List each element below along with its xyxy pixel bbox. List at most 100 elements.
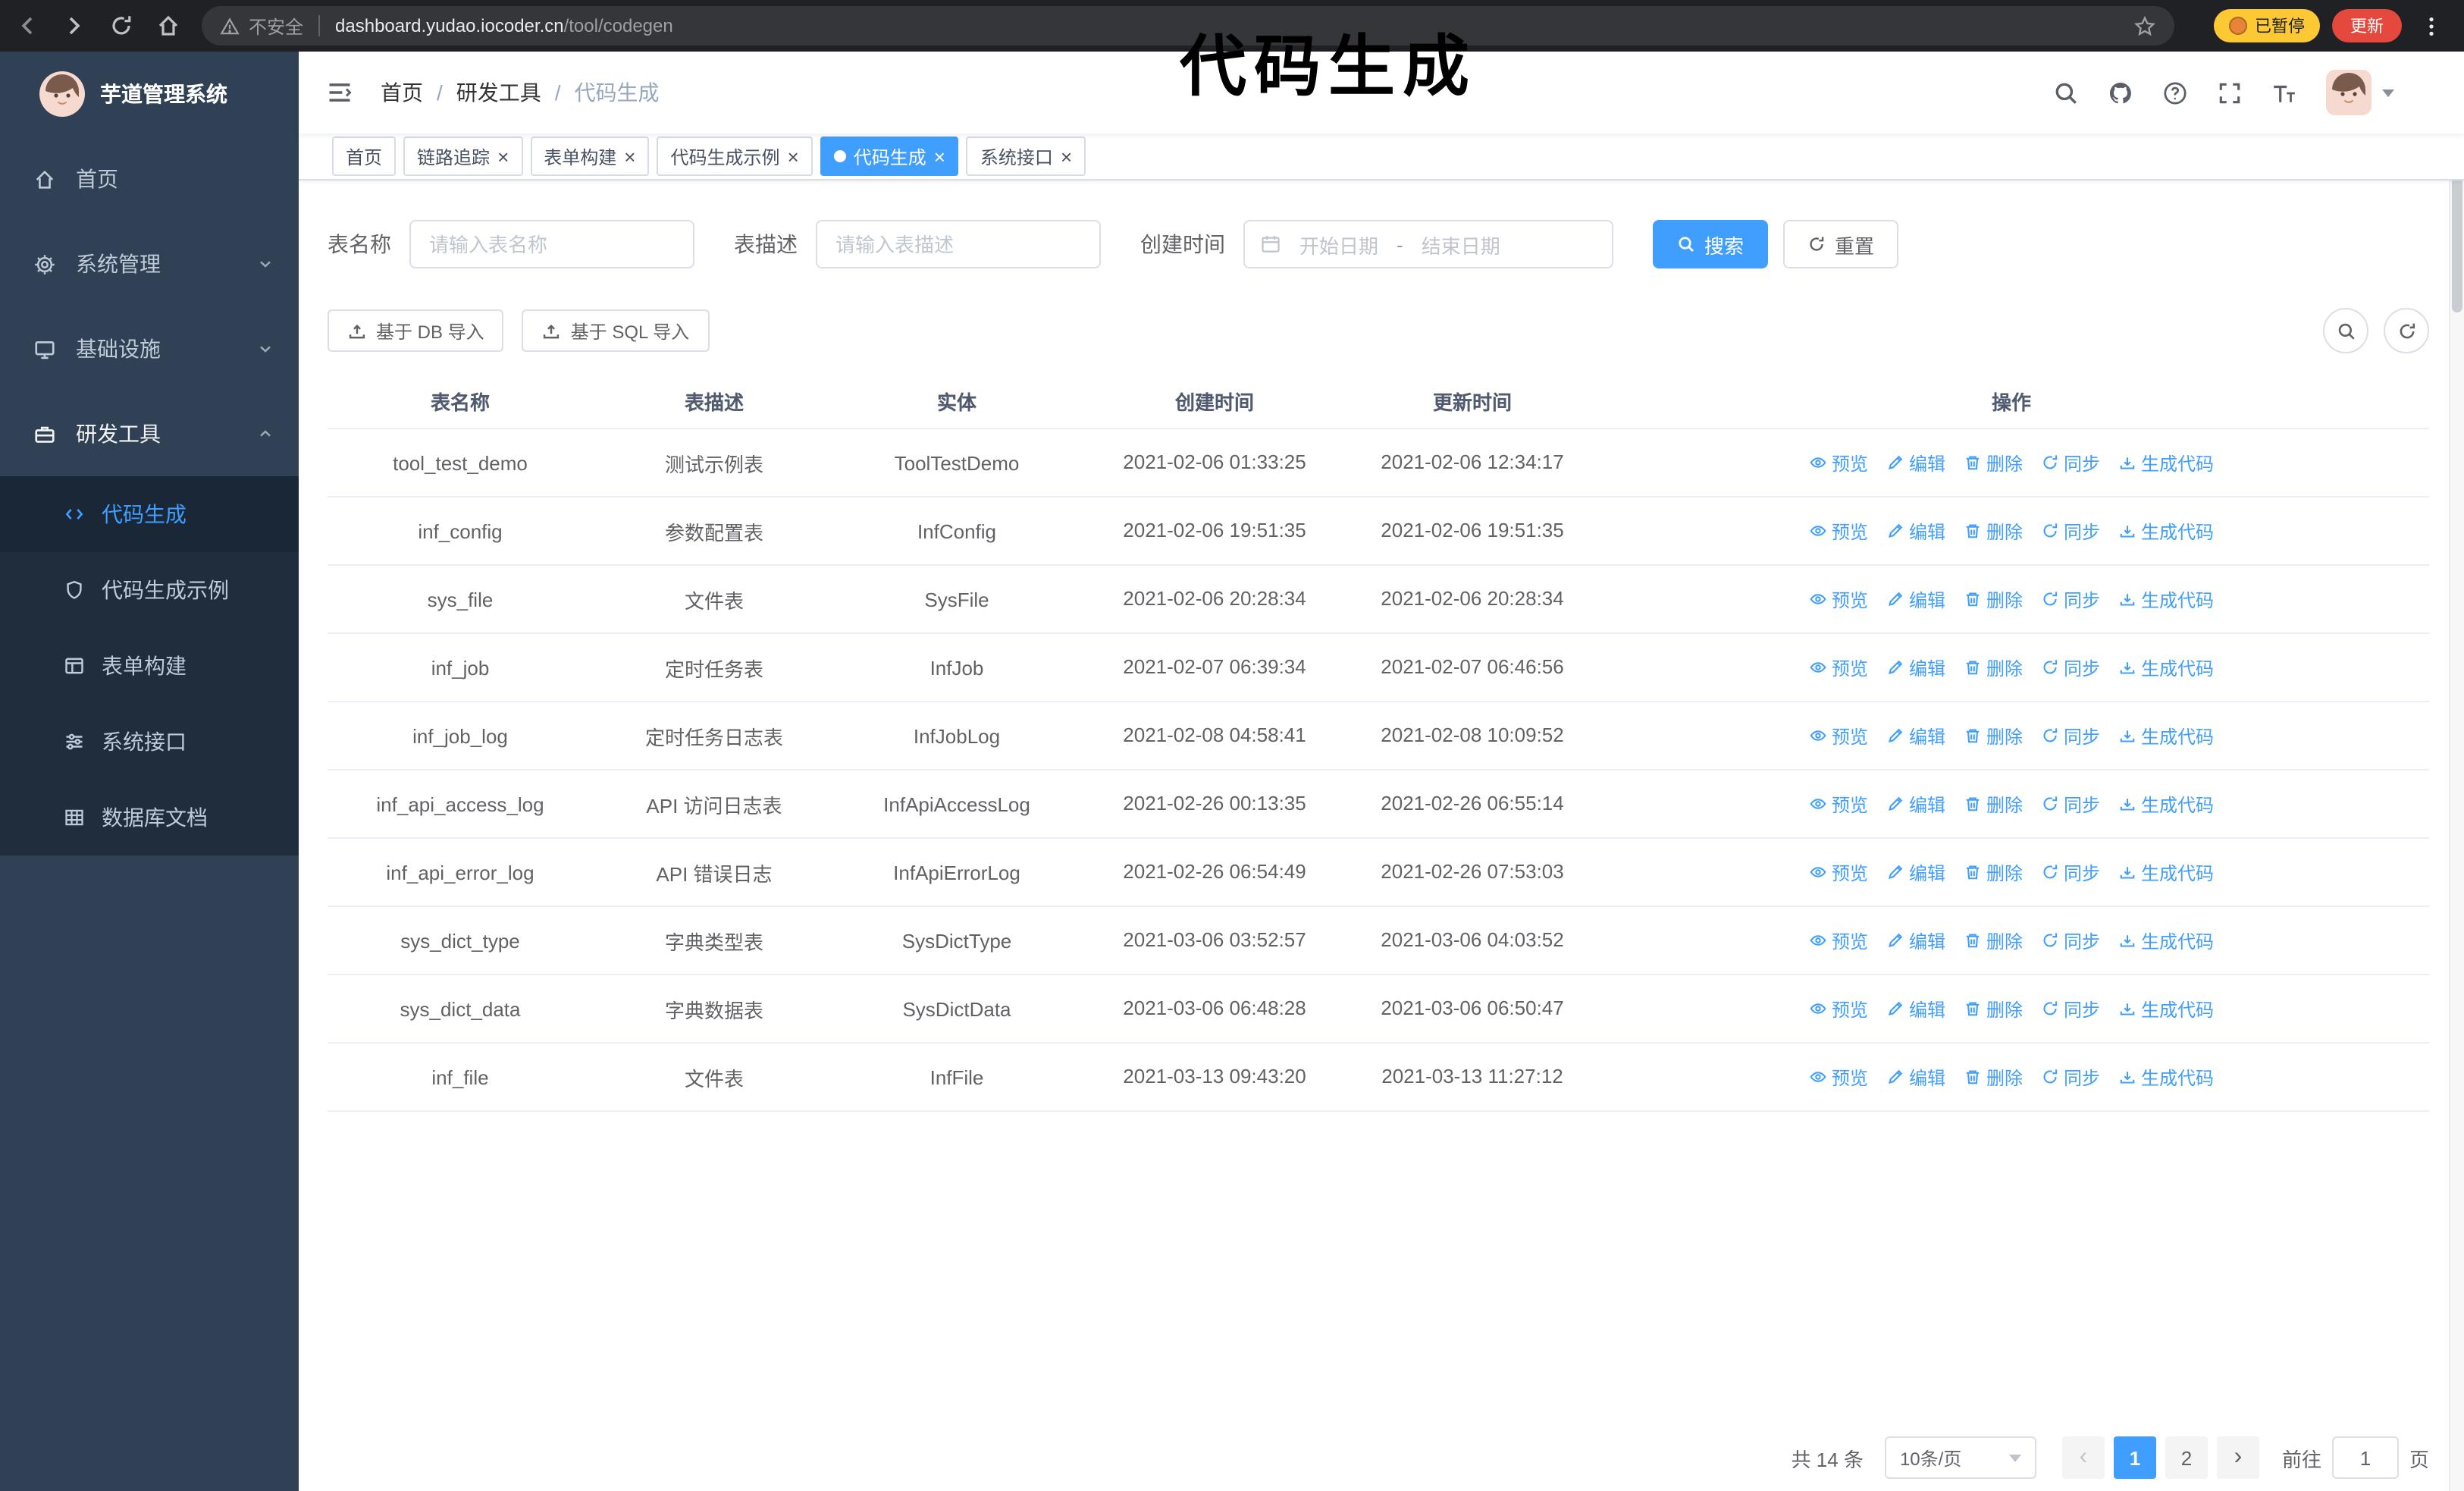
goto-page-input[interactable] — [2331, 1436, 2399, 1479]
generate-code-link[interactable]: 生成代码 — [2118, 791, 2214, 817]
logo[interactable]: 芋道管理系统 — [0, 52, 299, 137]
import-sql-button[interactable]: 基于 SQL 导入 — [522, 309, 710, 352]
search-button[interactable]: 搜索 — [1653, 220, 1769, 268]
sync-link[interactable]: 同步 — [2041, 791, 2100, 817]
close-icon[interactable]: × — [624, 146, 635, 166]
reset-button[interactable]: 重置 — [1783, 220, 1899, 268]
tab-system-api[interactable]: 系统接口 × — [966, 137, 1086, 176]
generate-code-link[interactable]: 生成代码 — [2118, 1064, 2214, 1090]
sidebar-item-system-mgmt[interactable]: 系统管理 — [0, 221, 299, 306]
sidebar-fold-icon[interactable] — [326, 79, 353, 106]
delete-link[interactable]: 删除 — [1964, 791, 2023, 817]
next-page-button[interactable]: › — [2216, 1436, 2259, 1479]
sync-link[interactable]: 同步 — [2041, 586, 2100, 612]
toggle-search-button[interactable] — [2323, 308, 2368, 353]
sidebar-subitem-form-builder[interactable]: 表单构建 — [0, 628, 299, 704]
page-button-2[interactable]: 2 — [2165, 1436, 2208, 1479]
generate-code-link[interactable]: 生成代码 — [2118, 586, 2214, 612]
fullscreen-icon[interactable] — [2217, 80, 2243, 105]
paused-badge[interactable]: 已暂停 — [2214, 9, 2320, 42]
breadcrumb-home[interactable]: 首页 — [381, 77, 423, 108]
sync-link[interactable]: 同步 — [2041, 654, 2100, 680]
delete-link[interactable]: 删除 — [1964, 859, 2023, 885]
edit-link[interactable]: 编辑 — [1886, 723, 1945, 749]
delete-link[interactable]: 删除 — [1964, 586, 2023, 612]
sidebar-subitem-db-docs[interactable]: 数据库文档 — [0, 780, 299, 855]
delete-link[interactable]: 删除 — [1964, 996, 2023, 1022]
generate-code-link[interactable]: 生成代码 — [2118, 450, 2214, 476]
page-size-select[interactable]: 10条/页 — [1884, 1436, 2036, 1479]
close-icon[interactable]: × — [788, 146, 799, 166]
browser-back-icon[interactable] — [15, 14, 39, 38]
date-end-placeholder[interactable]: 结束日期 — [1422, 230, 1500, 259]
preview-link[interactable]: 预览 — [1809, 518, 1868, 544]
sidebar-item-dev-tools[interactable]: 研发工具 — [0, 391, 299, 476]
delete-link[interactable]: 删除 — [1964, 723, 2023, 749]
font-size-icon[interactable] — [2271, 80, 2297, 105]
tab-home[interactable]: 首页 — [332, 137, 397, 176]
update-button[interactable]: 更新 — [2332, 9, 2402, 42]
search-icon[interactable] — [2053, 80, 2079, 105]
sync-link[interactable]: 同步 — [2041, 450, 2100, 476]
sidebar-subitem-codegen[interactable]: 代码生成 — [0, 476, 299, 552]
refresh-table-button[interactable] — [2384, 308, 2429, 353]
edit-link[interactable]: 编辑 — [1886, 518, 1945, 544]
generate-code-link[interactable]: 生成代码 — [2118, 996, 2214, 1022]
generate-code-link[interactable]: 生成代码 — [2118, 928, 2214, 953]
browser-menu-icon[interactable] — [2420, 14, 2443, 37]
preview-link[interactable]: 预览 — [1809, 654, 1868, 680]
sync-link[interactable]: 同步 — [2041, 723, 2100, 749]
table-desc-input[interactable] — [816, 220, 1101, 268]
edit-link[interactable]: 编辑 — [1886, 791, 1945, 817]
import-db-button[interactable]: 基于 DB 导入 — [328, 309, 504, 352]
edit-link[interactable]: 编辑 — [1886, 928, 1945, 953]
generate-code-link[interactable]: 生成代码 — [2118, 518, 2214, 544]
sync-link[interactable]: 同步 — [2041, 928, 2100, 953]
preview-link[interactable]: 预览 — [1809, 928, 1868, 953]
close-icon[interactable]: × — [497, 146, 509, 166]
browser-forward-icon[interactable] — [62, 14, 86, 38]
sync-link[interactable]: 同步 — [2041, 1064, 2100, 1090]
sidebar-subitem-codegen-example[interactable]: 代码生成示例 — [0, 552, 299, 628]
user-menu[interactable] — [2326, 70, 2394, 115]
close-icon[interactable]: × — [934, 146, 945, 166]
tab-codegen-example[interactable]: 代码生成示例 × — [657, 137, 813, 176]
tab-link-trace[interactable]: 链路追踪 × — [403, 137, 523, 176]
delete-link[interactable]: 删除 — [1964, 450, 2023, 476]
sync-link[interactable]: 同步 — [2041, 518, 2100, 544]
preview-link[interactable]: 预览 — [1809, 586, 1868, 612]
edit-link[interactable]: 编辑 — [1886, 1064, 1945, 1090]
edit-link[interactable]: 编辑 — [1886, 859, 1945, 885]
generate-code-link[interactable]: 生成代码 — [2118, 859, 2214, 885]
sidebar-item-home[interactable]: 首页 — [0, 137, 299, 221]
edit-link[interactable]: 编辑 — [1886, 586, 1945, 612]
edit-link[interactable]: 编辑 — [1886, 654, 1945, 680]
preview-link[interactable]: 预览 — [1809, 450, 1868, 476]
browser-home-icon[interactable] — [156, 14, 180, 38]
preview-link[interactable]: 预览 — [1809, 791, 1868, 817]
breadcrumb-dev-tools[interactable]: 研发工具 — [456, 77, 541, 108]
tab-codegen[interactable]: 代码生成 × — [820, 137, 959, 176]
tab-form-builder[interactable]: 表单构建 × — [530, 137, 650, 176]
date-range-picker[interactable]: 开始日期 - 结束日期 — [1243, 220, 1613, 268]
edit-link[interactable]: 编辑 — [1886, 450, 1945, 476]
delete-link[interactable]: 删除 — [1964, 654, 2023, 680]
bookmark-star-icon[interactable] — [2133, 14, 2156, 37]
prev-page-button[interactable]: ‹ — [2061, 1436, 2105, 1479]
delete-link[interactable]: 删除 — [1964, 518, 2023, 544]
help-icon[interactable] — [2162, 80, 2188, 105]
delete-link[interactable]: 删除 — [1964, 1064, 2023, 1090]
sync-link[interactable]: 同步 — [2041, 996, 2100, 1022]
preview-link[interactable]: 预览 — [1809, 1064, 1868, 1090]
sidebar-item-infrastructure[interactable]: 基础设施 — [0, 306, 299, 391]
table-name-input[interactable] — [409, 220, 694, 268]
browser-reload-icon[interactable] — [109, 14, 133, 38]
date-start-placeholder[interactable]: 开始日期 — [1299, 230, 1378, 259]
sidebar-subitem-system-api[interactable]: 系统接口 — [0, 704, 299, 780]
close-icon[interactable]: × — [1061, 146, 1072, 166]
github-icon[interactable] — [2108, 80, 2133, 105]
page-button-1[interactable]: 1 — [2113, 1436, 2156, 1479]
preview-link[interactable]: 预览 — [1809, 723, 1868, 749]
delete-link[interactable]: 删除 — [1964, 928, 2023, 953]
generate-code-link[interactable]: 生成代码 — [2118, 723, 2214, 749]
